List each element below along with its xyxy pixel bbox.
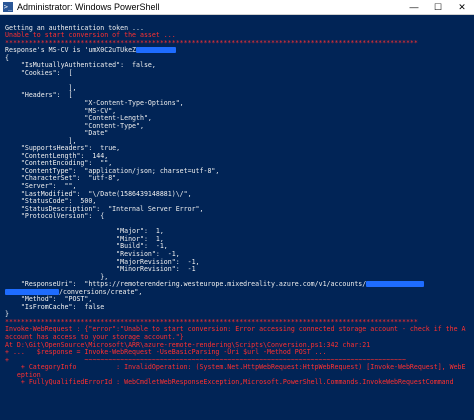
console-line: "ProtocolVersion": { — [5, 212, 474, 221]
redacted-block — [136, 47, 177, 54]
maximize-button[interactable]: ☐ — [426, 0, 450, 14]
console-scrollbar[interactable] — [466, 15, 474, 420]
console-line-text: Response's MS-CV is 'umX0C2uTUkeZ — [5, 46, 137, 55]
title-bar[interactable]: >_ Administrator: Windows PowerShell — ☐… — [0, 0, 474, 15]
console-line: "Cookies": [ — [5, 68, 474, 78]
console-line: + FullyQualifiedErrorId : WebCmdletWebRe… — [5, 378, 474, 387]
console-line-text: + CategoryInfo : InvalidOperation: (Syst… — [5, 363, 474, 372]
console-line: + CategoryInfo : InvalidOperation: (Syst… — [5, 363, 474, 372]
console-line-text: "Cookies": [ — [5, 68, 73, 77]
redacted-block — [366, 281, 425, 288]
powershell-icon: >_ — [3, 2, 13, 12]
console-line: Response's MS-CV is 'umX0C2uTUkeZ — [5, 46, 474, 55]
console-line-text: + FullyQualifiedErrorId : WebCmdletWebRe… — [5, 378, 454, 387]
powershell-window: >_ Administrator: Windows PowerShell — ☐… — [0, 0, 474, 420]
console-line-text: "ProtocolVersion": { — [5, 212, 105, 221]
console-line: "IsMutuallyAuthenticated": false, — [5, 62, 474, 70]
minimize-button[interactable]: — — [402, 0, 426, 14]
window-title: Administrator: Windows PowerShell — [17, 2, 160, 12]
console-line: ], — [5, 84, 474, 93]
console-line-text: "IsFromCache": false — [5, 302, 105, 311]
redacted-block — [5, 288, 59, 295]
console-line: "IsFromCache": false — [5, 302, 474, 312]
console-output[interactable]: Getting an authentication token ... Unabl… — [0, 15, 474, 420]
close-button[interactable]: ✕ — [450, 0, 474, 14]
